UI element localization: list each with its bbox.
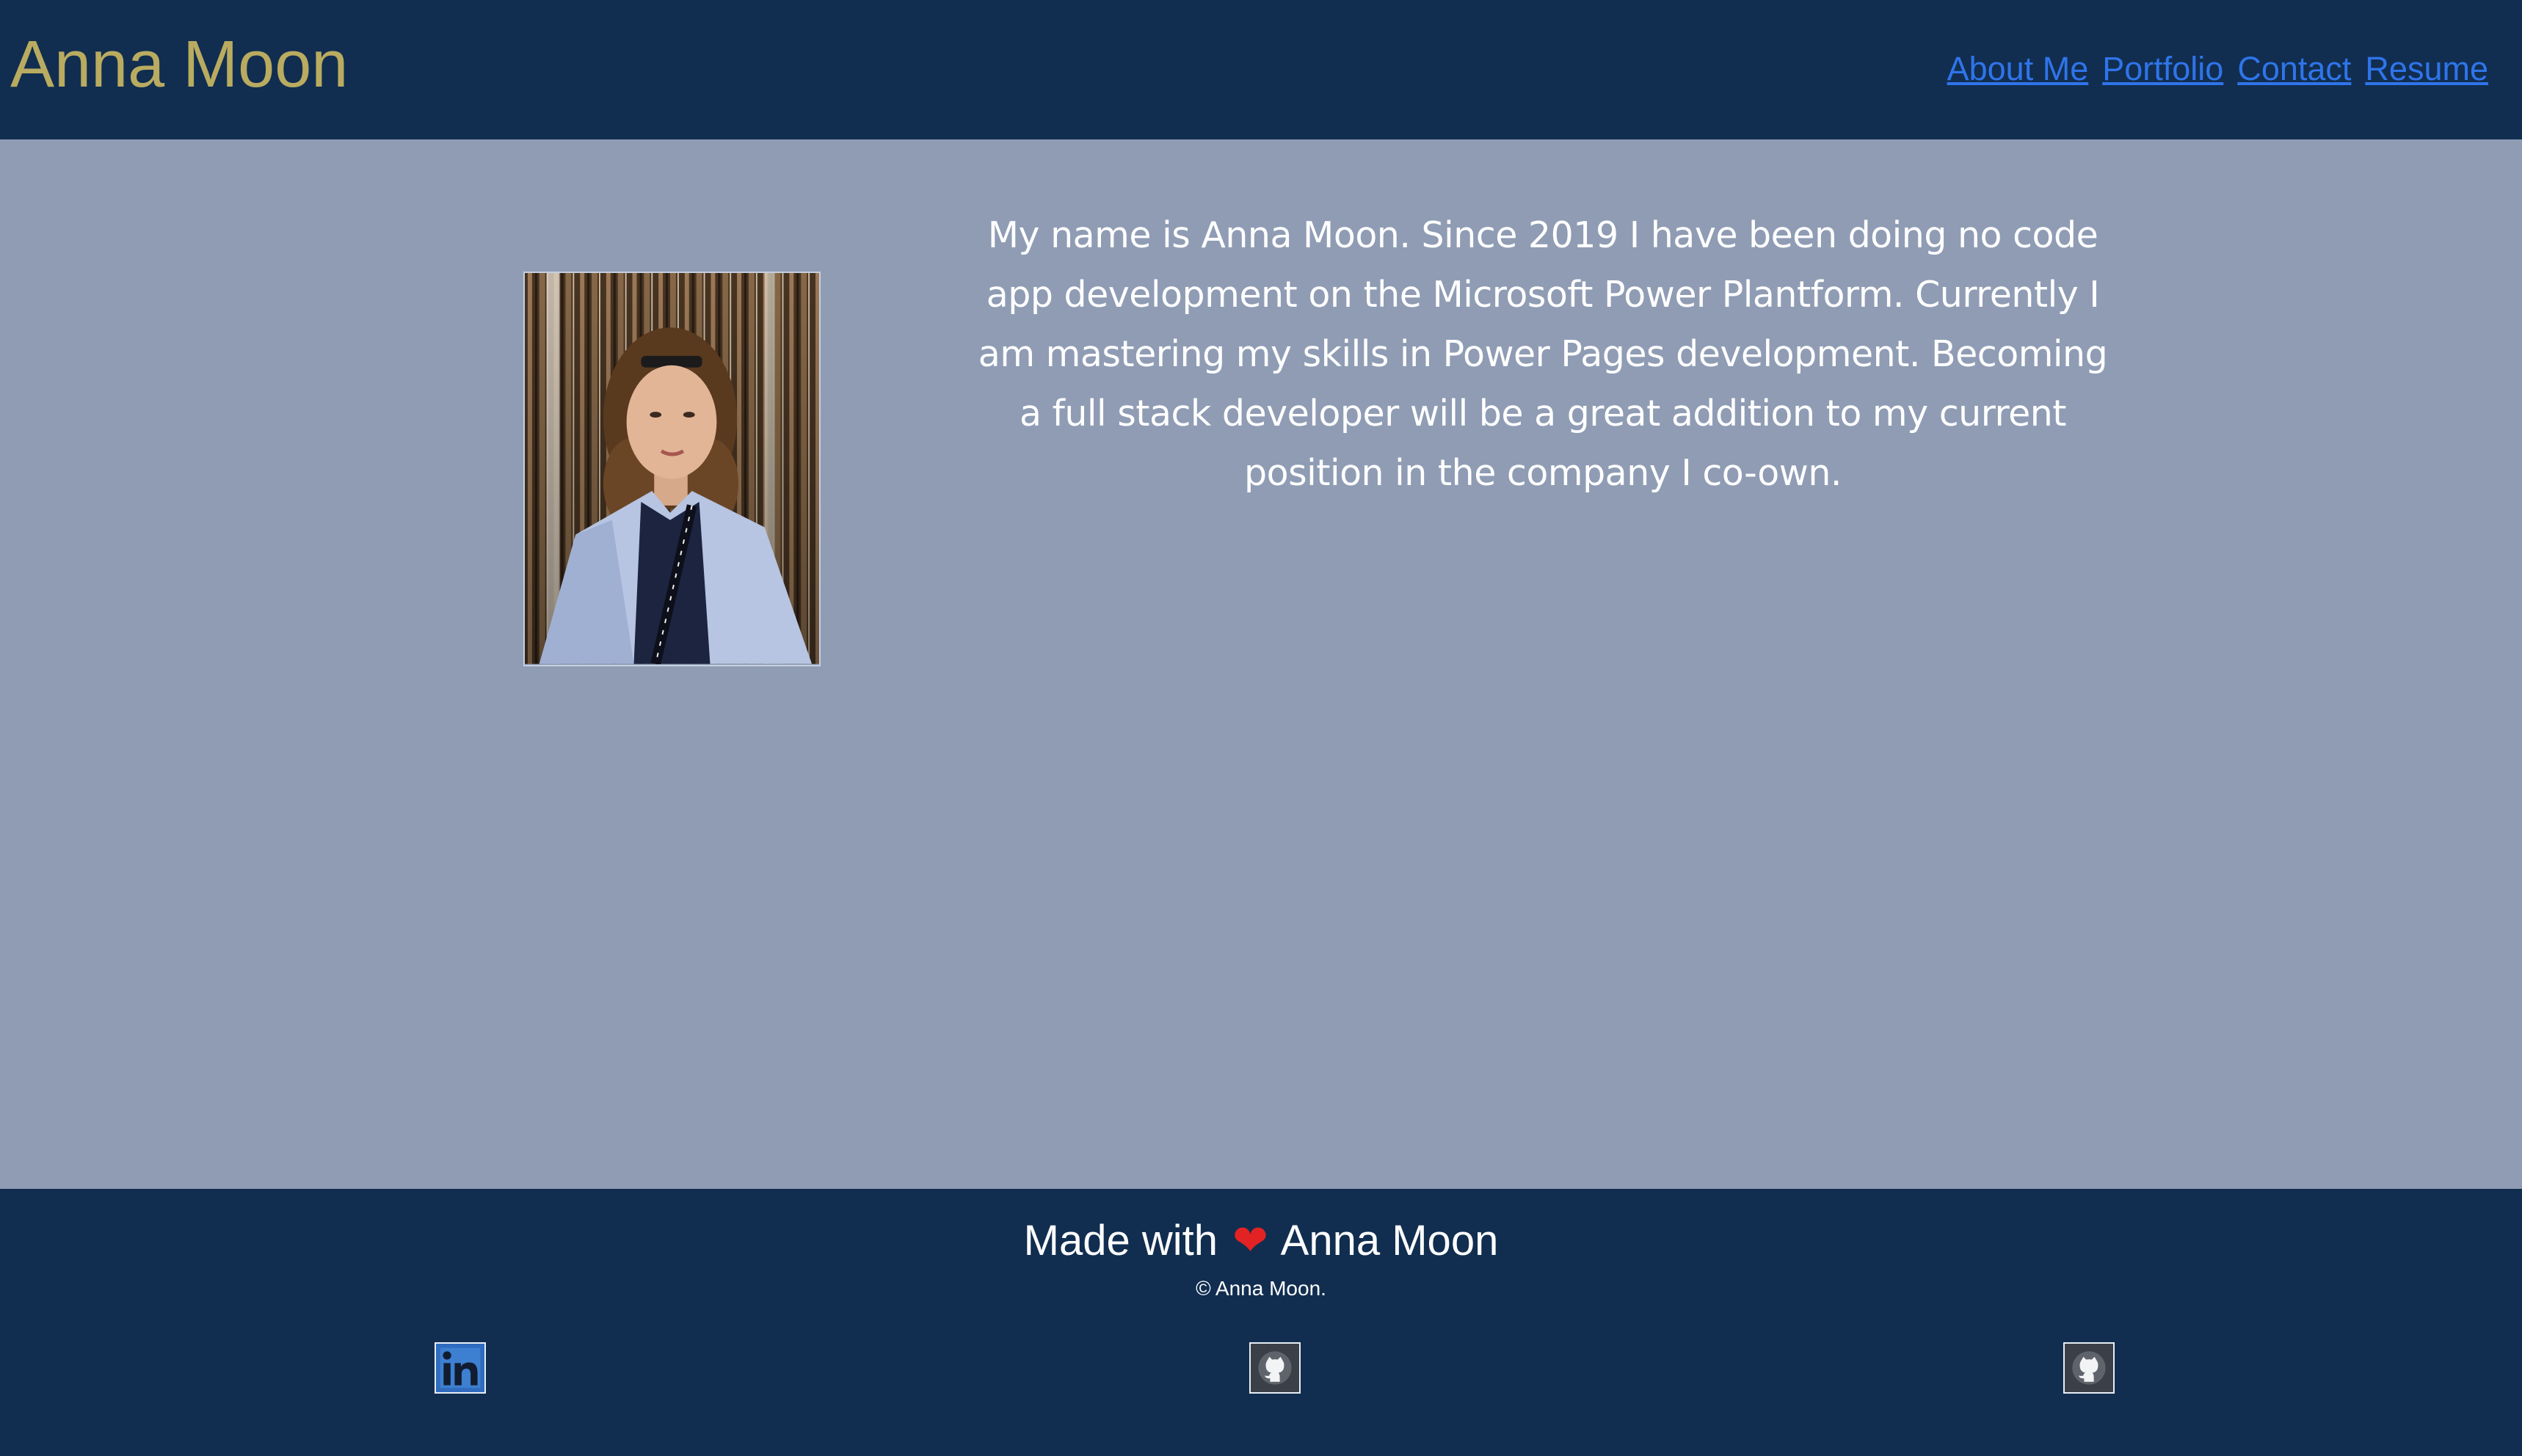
nav-link-about-me[interactable]: About Me <box>1947 46 2089 92</box>
bio-text: My name is Anna Moon. Since 2019 I have … <box>978 214 2108 494</box>
site-title: Anna Moon <box>10 28 349 101</box>
github-icon <box>2072 1351 2106 1385</box>
nav-link-resume[interactable]: Resume <box>2365 46 2488 92</box>
portrait-photo <box>525 273 819 665</box>
made-with-line: Made with ❤ Anna Moon <box>0 1211 2522 1270</box>
profile-photo <box>523 272 821 666</box>
copyright-text: © Anna Moon. <box>1196 1277 1326 1300</box>
github-link-2[interactable] <box>2063 1342 2115 1394</box>
heart-icon: ❤ <box>1232 1215 1268 1265</box>
nav-link-portfolio[interactable]: Portfolio <box>2102 46 2223 92</box>
site-header: Anna Moon About Me Portfolio Contact Res… <box>0 0 2522 139</box>
github-icon <box>1258 1351 1292 1385</box>
site-footer: Made with ❤ Anna Moon © Anna Moon. <box>0 1189 2522 1456</box>
main-nav: About Me Portfolio Contact Resume <box>1947 46 2488 92</box>
github-link-1[interactable] <box>1249 1342 1301 1394</box>
nav-link-contact[interactable]: Contact <box>2237 46 2351 92</box>
about-section: My name is Anna Moon. Since 2019 I have … <box>0 139 2522 1189</box>
made-with-prefix: Made with <box>1023 1217 1218 1264</box>
linkedin-icon <box>440 1347 481 1388</box>
linkedin-link[interactable] <box>435 1342 486 1394</box>
made-with-name: Anna Moon <box>1280 1217 1499 1264</box>
